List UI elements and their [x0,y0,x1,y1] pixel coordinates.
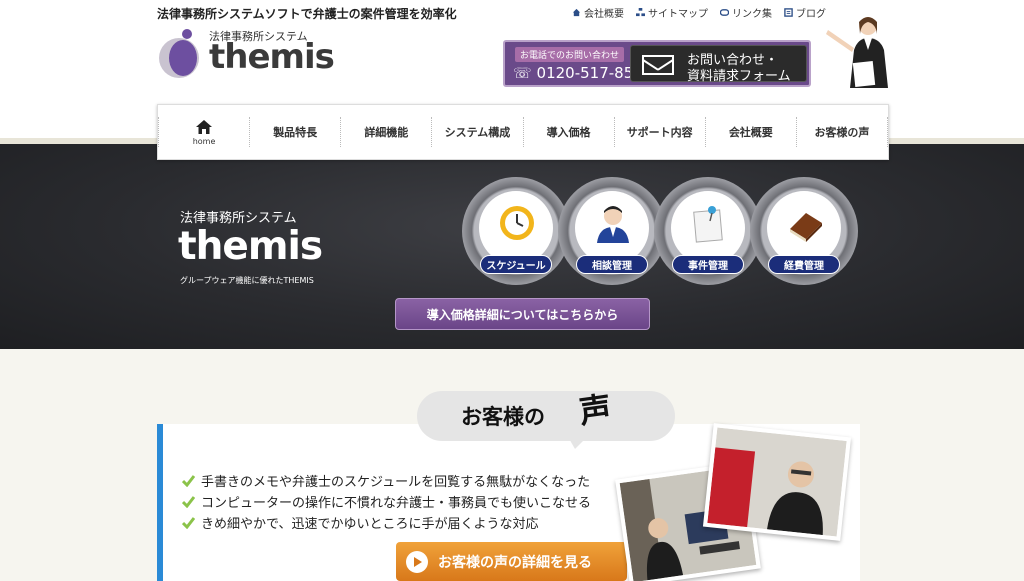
feature-expense[interactable]: 経費管理 [750,177,858,285]
global-nav: home 製品特長 詳細機能 システム構成 導入価格 サポート内容 会社概要 お… [157,104,889,160]
nav-details[interactable]: 詳細機能 [340,117,431,147]
sitemap-icon [636,8,645,17]
blog-icon [784,8,793,17]
voice-point-text: きめ細やかで、迅速でかゆいところに手が届くような対応 [201,517,539,532]
contact-label-line2: 資料請求フォーム [687,69,791,84]
top-link-label: リンク集 [732,9,772,20]
feature-label: スケジュール [480,255,552,274]
top-link-blog[interactable]: ブログ [784,5,826,20]
lawyer-portrait-image [707,427,847,537]
mail-icon [642,55,674,75]
nav-voice[interactable]: お客様の声 [795,117,888,147]
phone-contact-box: お電話でのお問い合わせ ☏ 0120-517-855 お問い合わせ・ 資料請求フ… [503,40,811,87]
nav-support[interactable]: サポート内容 [613,117,705,147]
feature-case[interactable]: 事件管理 [654,177,762,285]
feature-circle [479,191,553,265]
logo-mark-icon [159,29,199,78]
top-link-company[interactable]: 会社概要 [572,5,624,20]
voice-points: 手書きのメモや弁護士のスケジュールを回覧する無駄がなくなった コンピューターの操… [182,470,591,533]
clock-icon [500,206,534,240]
feature-circle [767,191,841,265]
logo-wordmark: themis [209,37,335,77]
voice-point: 手書きのメモや弁護士のスケジュールを回覧する無駄がなくなった [182,470,591,491]
feature-label: 経費管理 [768,255,840,274]
operator-woman-image [826,17,888,88]
feature-schedule[interactable]: スケジュール [462,177,570,285]
feature-circle [575,191,649,265]
voice-point: きめ細やかで、迅速でかゆいところに手が届くような対応 [182,512,591,533]
voice-point-text: 手書きのメモや弁護士のスケジュールを回覧する無駄がなくなった [201,475,591,490]
phone-label: お電話でのお問い合わせ [515,47,625,62]
top-link-sitemap[interactable]: サイトマップ [636,5,708,20]
voice-heading-bubble: お客様の 声 [417,389,675,449]
voice-heading: お客様の [461,405,545,429]
contact-form-button[interactable]: お問い合わせ・ 資料請求フォーム [630,45,807,84]
bubble-tail [567,435,589,449]
nav-home[interactable]: home [158,117,249,147]
top-link-label: 会社概要 [584,9,624,20]
nav-system[interactable]: システム構成 [431,117,522,147]
play-arrow-icon [406,550,428,573]
top-link-links[interactable]: リンク集 [720,5,772,20]
site-tagline: 法律事務所システムソフトで弁護士の案件管理を効率化 [157,7,457,21]
home-icon [572,8,581,17]
check-icon [182,516,195,529]
hero-caption: グループウェア機能に優れたTHEMIS [180,276,314,285]
voice-point: コンピューターの操作に不慣れな弁護士・事務員でも使いこなせる [182,491,591,512]
customer-photo-lawyer [702,423,852,541]
site-logo[interactable]: 法律事務所システム themis [157,26,335,80]
nav-company[interactable]: 会社概要 [704,117,796,147]
top-link-label: サイトマップ [648,9,708,20]
check-icon [182,474,195,487]
voice-heading-big: 声 [576,388,614,432]
check-icon [182,495,195,508]
feature-label: 相談管理 [576,255,648,274]
voice-detail-label: お客様の声の詳細を見る [438,554,592,571]
consultant-icon [597,206,629,243]
nav-home-label: home [192,136,216,146]
voice-point-text: コンピューターの操作に不慣れな弁護士・事務員でも使いこなせる [201,496,592,511]
freedial-icon: ☏ [513,64,532,82]
top-links: 会社概要 サイトマップ リンク集 ブログ [572,5,826,20]
memo-pin-icon [693,206,723,243]
top-link-label: ブログ [796,9,826,20]
nav-price[interactable]: 導入価格 [522,117,614,147]
hero-logo: themis [178,224,323,269]
voice-detail-button[interactable]: お客様の声の詳細を見る [396,542,627,581]
hero-banner: 法律事務所システム themis グループウェア機能に優れたTHEMIS スケジ… [0,144,1024,349]
price-detail-button[interactable]: 導入価格詳細についてはこちらから [395,298,650,330]
feature-consultation[interactable]: 相談管理 [558,177,666,285]
ledger-book-icon [790,213,822,242]
phone-number-text: 0120-517-855 [536,64,643,82]
phone-number: ☏ 0120-517-855 [513,64,643,82]
link-icon [720,9,729,16]
nav-features[interactable]: 製品特長 [249,117,340,147]
feature-label: 事件管理 [672,255,744,274]
feature-circle [671,191,745,265]
home-icon [196,119,213,134]
